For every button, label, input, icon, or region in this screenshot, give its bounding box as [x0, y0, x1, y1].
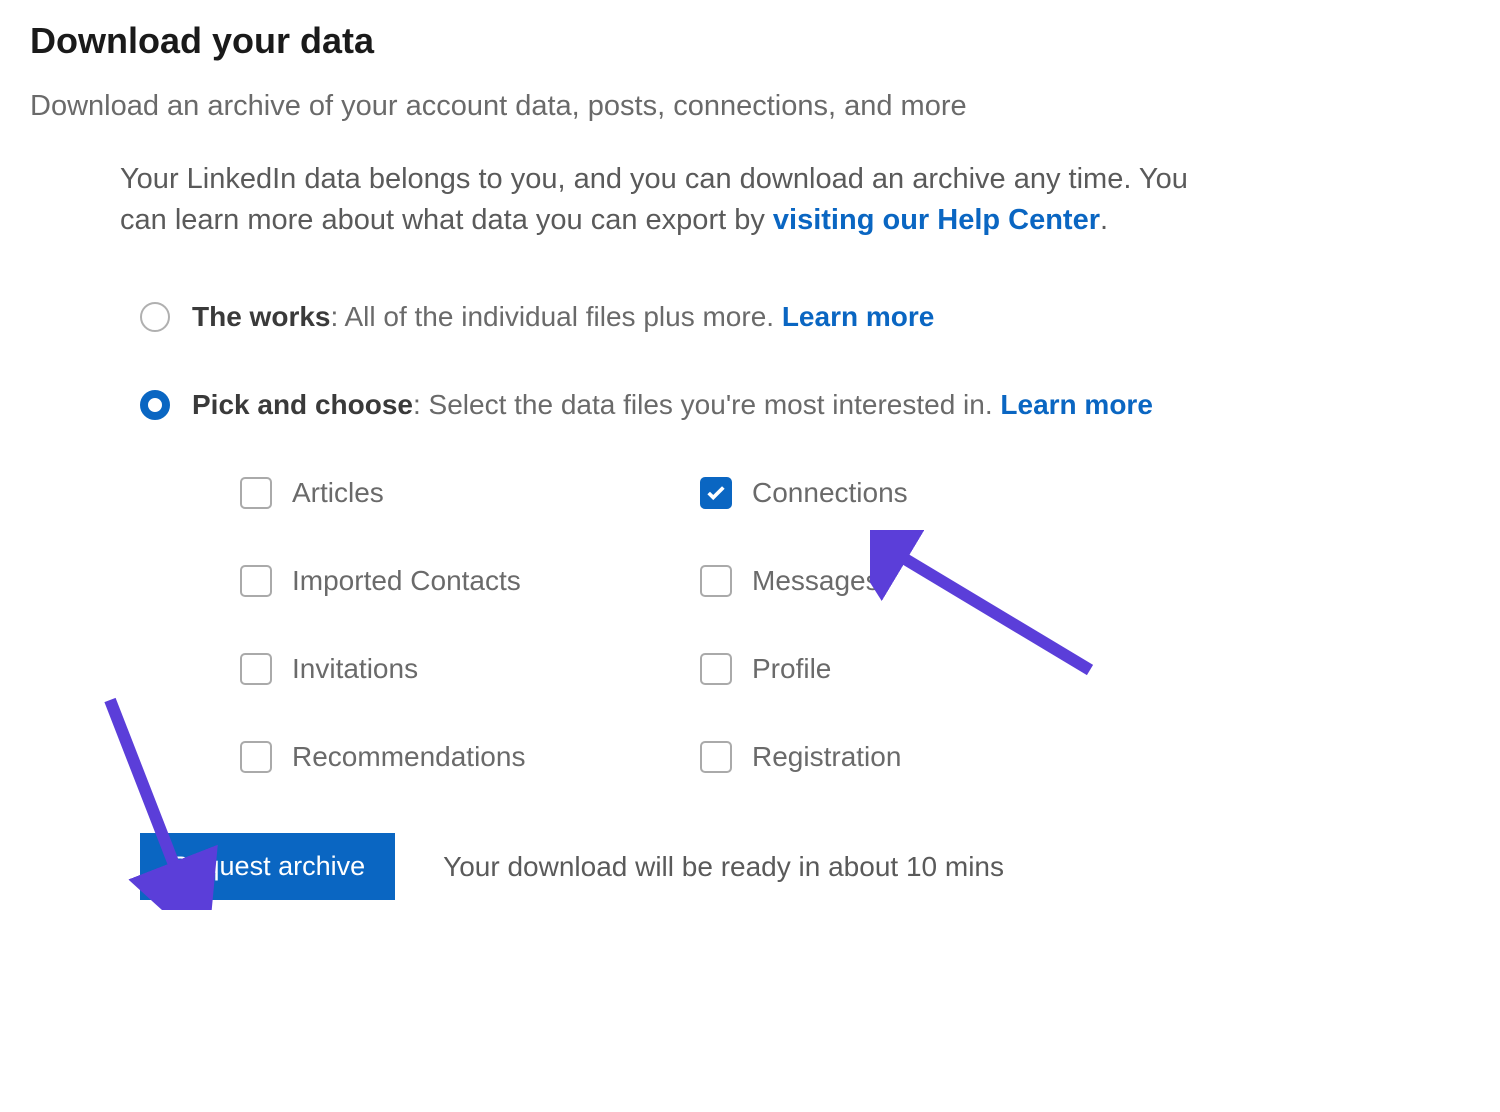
checkbox-item-profile[interactable]: Profile	[700, 653, 1160, 685]
checkbox-item-recommendations[interactable]: Recommendations	[240, 741, 700, 773]
radio-button-pick[interactable]	[140, 390, 170, 420]
checkbox-messages[interactable]	[700, 565, 732, 597]
checkbox-profile[interactable]	[700, 653, 732, 685]
checkbox-invitations[interactable]	[240, 653, 272, 685]
radio-label-works: The works: All of the individual files p…	[192, 301, 934, 333]
page-title: Download your data	[30, 20, 1470, 62]
checkbox-registration[interactable]	[700, 741, 732, 773]
checkbox-label-registration: Registration	[752, 741, 901, 773]
checkbox-item-messages[interactable]: Messages	[700, 565, 1160, 597]
intro-text-after: .	[1100, 204, 1108, 236]
radio-works-desc: : All of the individual files plus more.	[330, 301, 781, 332]
radio-group: The works: All of the individual files p…	[30, 301, 1470, 421]
checkbox-item-articles[interactable]: Articles	[240, 477, 700, 509]
help-center-link[interactable]: visiting our Help Center	[773, 204, 1100, 236]
checkbox-label-connections: Connections	[752, 477, 908, 509]
checkbox-item-connections[interactable]: Connections	[700, 477, 1160, 509]
radio-the-works[interactable]: The works: All of the individual files p…	[140, 301, 1470, 333]
checkbox-grid: Articles Connections Imported Contacts M…	[30, 477, 1470, 773]
download-status-text: Your download will be ready in about 10 …	[443, 851, 1004, 883]
check-icon	[705, 482, 727, 504]
checkbox-articles[interactable]	[240, 477, 272, 509]
page-subtitle: Download an archive of your account data…	[30, 90, 1470, 123]
checkbox-label-messages: Messages	[752, 565, 880, 597]
checkbox-imported-contacts[interactable]	[240, 565, 272, 597]
checkbox-label-profile: Profile	[752, 653, 831, 685]
intro-text: Your LinkedIn data belongs to you, and y…	[120, 159, 1210, 241]
checkbox-item-imported-contacts[interactable]: Imported Contacts	[240, 565, 700, 597]
radio-pick-desc: : Select the data files you're most inte…	[413, 389, 1000, 420]
checkbox-label-articles: Articles	[292, 477, 384, 509]
action-row: Request archive Your download will be re…	[30, 833, 1470, 900]
checkbox-label-recommendations: Recommendations	[292, 741, 525, 773]
radio-works-bold: The works	[192, 301, 330, 332]
radio-pick-and-choose[interactable]: Pick and choose: Select the data files y…	[140, 389, 1470, 421]
learn-more-works-link[interactable]: Learn more	[782, 301, 935, 332]
learn-more-pick-link[interactable]: Learn more	[1000, 389, 1153, 420]
radio-button-works[interactable]	[140, 302, 170, 332]
checkbox-item-invitations[interactable]: Invitations	[240, 653, 700, 685]
request-archive-button[interactable]: Request archive	[140, 833, 395, 900]
checkbox-item-registration[interactable]: Registration	[700, 741, 1160, 773]
checkbox-label-imported-contacts: Imported Contacts	[292, 565, 521, 597]
radio-label-pick: Pick and choose: Select the data files y…	[192, 389, 1153, 421]
checkbox-recommendations[interactable]	[240, 741, 272, 773]
checkbox-connections[interactable]	[700, 477, 732, 509]
intro-block: Your LinkedIn data belongs to you, and y…	[30, 159, 1210, 241]
checkbox-label-invitations: Invitations	[292, 653, 418, 685]
radio-pick-bold: Pick and choose	[192, 389, 413, 420]
